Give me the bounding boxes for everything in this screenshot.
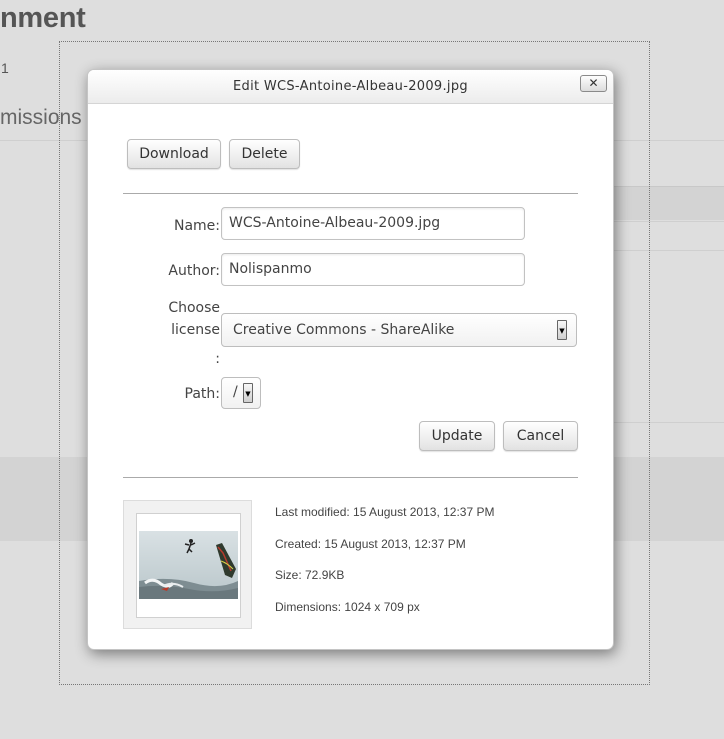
created-text: Created: 15 August 2013, 12:37 PM: [275, 537, 466, 551]
license-select[interactable]: Creative Commons - ShareAlike ▼: [221, 313, 577, 347]
page-info-text: 1: [1, 60, 9, 76]
path-label: Path:: [184, 386, 220, 402]
chevron-down-icon: ▼: [557, 320, 567, 340]
author-label: Author:: [168, 263, 220, 279]
name-label: Name:: [173, 218, 220, 234]
update-button[interactable]: Update: [419, 421, 495, 451]
license-label-line3: :: [215, 351, 220, 367]
path-select[interactable]: / ▼: [221, 377, 261, 409]
edit-file-dialog: Edit WCS-Antoine-Albeau-2009.jpg ✕ Downl…: [87, 69, 614, 650]
license-label-line1: Choose: [168, 300, 220, 316]
author-input[interactable]: Nolispanmo: [221, 253, 525, 286]
thumbnail-frame: [136, 513, 241, 618]
windsurf-photo-image: [139, 531, 238, 599]
separator: [123, 477, 578, 478]
last-modified-text: Last modified: 15 August 2013, 12:37 PM: [275, 505, 495, 519]
file-thumbnail: [123, 500, 252, 629]
separator: [123, 193, 578, 194]
license-label-line2: license: [171, 322, 220, 338]
delete-button[interactable]: Delete: [229, 139, 300, 169]
dialog-header[interactable]: Edit WCS-Antoine-Albeau-2009.jpg ✕: [88, 70, 613, 104]
path-select-value: /: [233, 384, 238, 400]
cancel-button[interactable]: Cancel: [503, 421, 578, 451]
download-button[interactable]: Download: [127, 139, 221, 169]
page-title: nment: [0, 2, 86, 34]
size-text: Size: 72.9KB: [275, 568, 345, 582]
dialog-title: Edit WCS-Antoine-Albeau-2009.jpg: [233, 79, 468, 94]
close-icon[interactable]: ✕: [580, 75, 607, 92]
name-input[interactable]: WCS-Antoine-Albeau-2009.jpg: [221, 207, 525, 240]
license-select-value: Creative Commons - ShareAlike: [233, 322, 455, 338]
dimensions-text: Dimensions: 1024 x 709 px: [275, 600, 420, 614]
chevron-down-icon: ▼: [243, 383, 253, 403]
